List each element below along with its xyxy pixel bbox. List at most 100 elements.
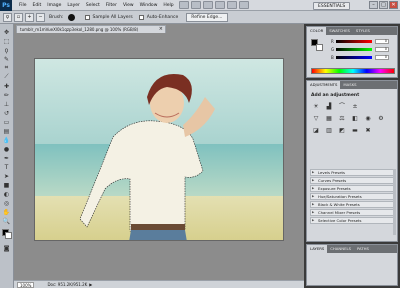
menu-filter[interactable]: Filter [103, 0, 120, 11]
blue-track[interactable] [336, 56, 372, 59]
green-slider[interactable]: G 0 [331, 47, 395, 52]
menu-edit[interactable]: Edit [30, 0, 45, 11]
channel-mixer-icon[interactable]: ⚙ [377, 115, 385, 122]
menu-window[interactable]: Window [137, 0, 161, 11]
preset-exposure[interactable]: Exposure Presets [310, 185, 394, 192]
posterize-icon[interactable]: ▥ [325, 127, 333, 134]
preset-hue-saturation[interactable]: Hue/Saturation Presets [310, 193, 394, 200]
new-selection-icon[interactable]: ▫ [14, 12, 23, 22]
tab-color[interactable]: COLOR [307, 27, 327, 35]
color-ramp[interactable] [311, 68, 395, 74]
levels-icon[interactable]: ▟ [325, 103, 333, 110]
quick-mask-icon[interactable]: ◙ [2, 244, 11, 252]
dodge-tool-icon[interactable]: ● [2, 145, 11, 153]
invert-icon[interactable]: ◪ [312, 127, 320, 134]
gradient-map-icon[interactable]: ▬ [351, 127, 359, 134]
background-color-swatch[interactable] [5, 232, 12, 239]
shape-tool-icon[interactable]: ■ [2, 181, 11, 189]
auto-enhance-checkbox[interactable] [138, 14, 144, 20]
lasso-icon[interactable]: ϙ [3, 12, 12, 22]
zoom-tool-icon[interactable]: 🔍 [2, 217, 11, 225]
healing-brush-tool-icon[interactable]: ✚ [2, 82, 11, 90]
path-selection-tool-icon[interactable]: ➤ [2, 172, 11, 180]
preset-curves[interactable]: Curves Presets [310, 177, 394, 184]
threshold-icon[interactable]: ◩ [338, 127, 346, 134]
close-document-icon[interactable]: × [159, 26, 163, 33]
menu-layer[interactable]: Layer [64, 0, 83, 11]
minimize-button[interactable]: – [369, 1, 378, 9]
zoom-level-button[interactable] [202, 1, 213, 9]
close-button[interactable]: ✕ [389, 1, 398, 9]
red-value[interactable]: 0 [375, 39, 389, 44]
preset-channel-mixer[interactable]: Channel Mixer Presets [310, 209, 394, 216]
blue-value[interactable]: 0 [375, 55, 389, 60]
crop-tool-icon[interactable]: ⌗ [2, 64, 11, 72]
canvas[interactable] [34, 58, 284, 241]
hue-saturation-icon[interactable]: ▦ [325, 115, 333, 122]
blue-slider[interactable]: B 0 [331, 55, 395, 60]
photo-filter-icon[interactable]: ◉ [364, 115, 372, 122]
green-value[interactable]: 0 [375, 47, 389, 52]
color-background-swatch[interactable] [316, 44, 323, 51]
tab-swatches[interactable]: SWATCHES [326, 27, 353, 35]
adjustments-scrollbar[interactable] [393, 169, 396, 235]
refine-edge-button[interactable]: Refine Edge... [186, 12, 228, 22]
menu-select[interactable]: Select [83, 0, 103, 11]
status-menu-icon[interactable]: ▶ [89, 282, 92, 287]
menu-image[interactable]: Image [44, 0, 64, 11]
tab-adjustments[interactable]: ADJUSTMENTS [307, 81, 341, 89]
red-slider[interactable]: R 0 [331, 39, 395, 44]
bridge-button[interactable] [178, 1, 189, 9]
add-to-selection-icon[interactable]: + [25, 12, 34, 22]
exposure-icon[interactable]: ± [351, 103, 359, 110]
brush-tool-icon[interactable]: ✏ [2, 91, 11, 99]
color-balance-icon[interactable]: ⚖ [338, 115, 346, 122]
zoom-field[interactable]: 100% [17, 281, 35, 288]
3d-rotate-tool-icon[interactable]: ◐ [2, 190, 11, 198]
minibridge-button[interactable] [190, 1, 201, 9]
gradient-tool-icon[interactable]: ▤ [2, 127, 11, 135]
green-track[interactable] [336, 48, 372, 51]
document-tab[interactable]: tumblr_m1mVueXl0k1qzp3ekol_1280.png @ 10… [16, 25, 166, 33]
history-brush-tool-icon[interactable]: ↺ [2, 109, 11, 117]
menu-help[interactable]: Help [160, 0, 176, 11]
hand-tool-icon[interactable]: ✋ [2, 208, 11, 216]
selective-color-icon[interactable]: ✖ [364, 127, 372, 134]
brush-preview-icon[interactable] [67, 13, 75, 21]
preset-black-white[interactable]: Black & White Presets [310, 201, 394, 208]
brightness-contrast-icon[interactable]: ☀ [312, 103, 320, 110]
tab-paths[interactable]: PATHS [354, 245, 372, 253]
quick-selection-tool-icon[interactable]: ✎ [2, 55, 11, 63]
3d-orbit-tool-icon[interactable]: ◎ [2, 199, 11, 207]
blur-tool-icon[interactable]: 💧 [2, 136, 11, 144]
eraser-tool-icon[interactable]: ▭ [2, 118, 11, 126]
sample-all-layers-checkbox[interactable] [84, 14, 90, 20]
document-title: tumblr_m1mVueXl0k1qzp3ekol_1280.png @ 10… [20, 27, 139, 32]
options-bar: ϙ ▫ + − Brush: Sample All Layers Auto-En… [0, 11, 400, 24]
workspace-switcher[interactable]: ESSENTIALS [313, 2, 351, 10]
vibrance-icon[interactable]: ▽ [312, 115, 320, 122]
maximize-button[interactable]: □ [379, 1, 388, 9]
arrange-documents-button[interactable] [226, 1, 237, 9]
preset-selective-color[interactable]: Selective Color Presets [310, 217, 394, 224]
menu-view[interactable]: View [120, 0, 137, 11]
type-tool-icon[interactable]: T [2, 163, 11, 171]
subtract-selection-icon[interactable]: − [36, 12, 45, 22]
eyedropper-tool-icon[interactable]: ⟋ [2, 73, 11, 81]
clone-stamp-tool-icon[interactable]: ⊥ [2, 100, 11, 108]
curves-icon[interactable]: ⌒ [338, 103, 346, 110]
hand-tool-button[interactable] [214, 1, 225, 9]
menu-file[interactable]: File [16, 0, 30, 11]
pen-tool-icon[interactable]: ✒ [2, 154, 11, 162]
move-tool-icon[interactable]: ✥ [2, 28, 11, 36]
lasso-tool-icon[interactable]: ϙ [2, 46, 11, 54]
tab-styles[interactable]: STYLES [353, 27, 373, 35]
tab-channels[interactable]: CHANNELS [327, 245, 354, 253]
tab-masks[interactable]: MASKS [340, 81, 359, 89]
tab-layers[interactable]: LAYERS [307, 245, 328, 253]
red-track[interactable] [336, 40, 372, 43]
preset-levels[interactable]: Levels Presets [310, 169, 394, 176]
marquee-tool-icon[interactable]: ⬚ [2, 37, 11, 45]
black-white-icon[interactable]: ◧ [351, 115, 359, 122]
screen-mode-button[interactable] [238, 1, 249, 9]
